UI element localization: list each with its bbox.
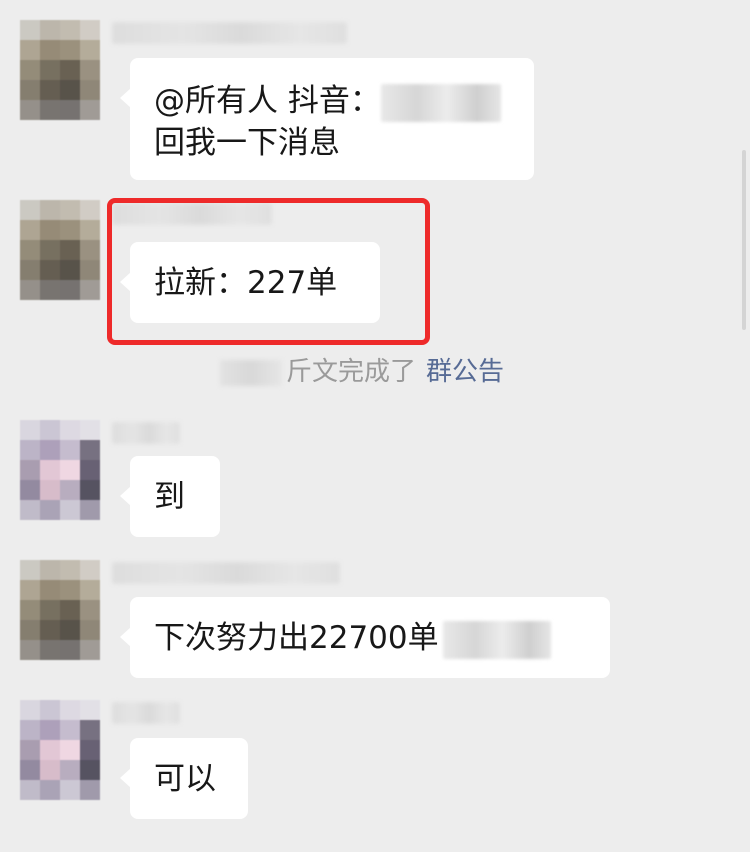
avatar[interactable] <box>20 20 100 120</box>
avatar[interactable] <box>20 560 100 660</box>
scrollbar[interactable] <box>742 150 746 330</box>
message-bubble[interactable]: @所有人 抖音： 回我一下消息 <box>120 58 534 180</box>
redacted-text <box>442 620 551 659</box>
sender-name-redacted <box>112 203 272 225</box>
message-text: 到 <box>154 479 185 515</box>
redacted-text <box>380 83 501 122</box>
sender-name-redacted <box>112 702 180 724</box>
system-notice: 斤文完成了 群公告 <box>220 352 504 392</box>
group-announcement-link[interactable]: 群公告 <box>426 357 504 387</box>
sender-name-redacted <box>112 562 340 584</box>
sender-name-redacted <box>112 22 347 44</box>
system-notice-text: 斤文完成了 <box>286 357 417 387</box>
avatar[interactable] <box>20 200 100 300</box>
avatar[interactable] <box>20 700 100 800</box>
message-bubble[interactable]: 拉新：227单 <box>120 242 380 323</box>
message-bubble[interactable]: 下次努力出22700单 <box>120 597 610 678</box>
message-bubble[interactable]: 可以 <box>120 738 248 819</box>
message-text: 下次努力出22700单 <box>154 617 586 659</box>
redacted-text <box>220 359 282 386</box>
message-text: @所有人 抖音： <box>154 80 510 122</box>
message-text: 回我一下消息 <box>154 125 340 161</box>
message-bubble[interactable]: 到 <box>120 456 220 537</box>
message-text: 可以 <box>154 761 216 797</box>
message-text: 拉新：227单 <box>154 265 338 301</box>
sender-name-redacted <box>112 422 180 444</box>
avatar[interactable] <box>20 420 100 520</box>
chat-message-list[interactable]: @所有人 抖音： 回我一下消息 拉新：227单 斤文完成了 群公告 到 下次努力出… <box>0 0 750 852</box>
